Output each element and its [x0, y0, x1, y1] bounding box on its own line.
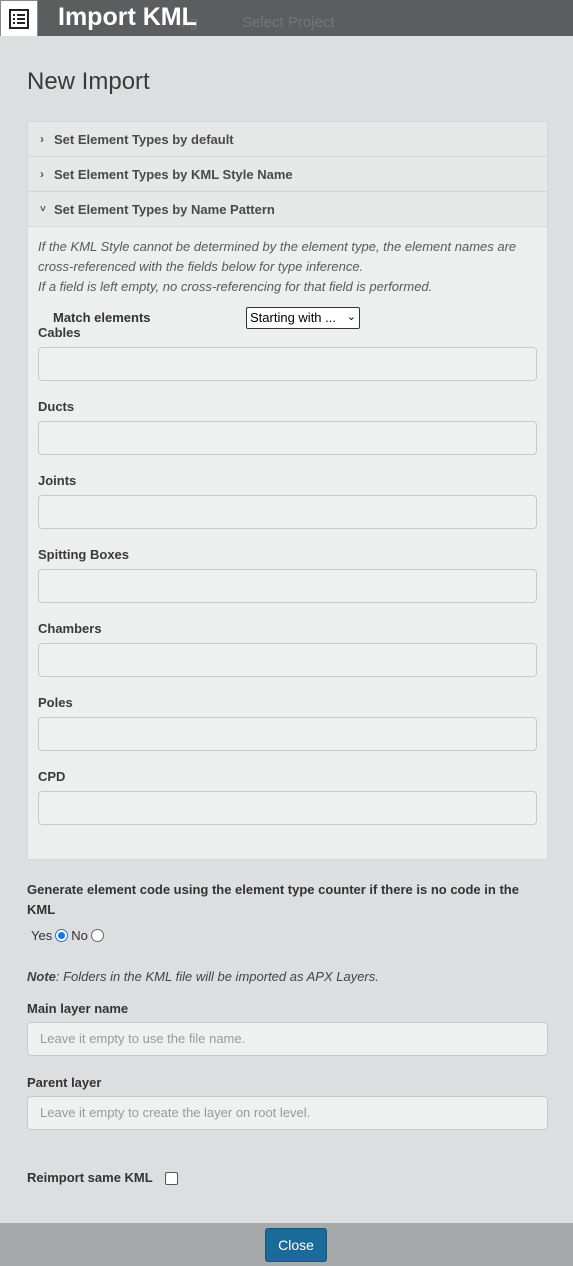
- description-text: If the KML Style cannot be determined by…: [38, 237, 537, 297]
- background-select-project: Select Project: [242, 14, 335, 31]
- ducts-input[interactable]: [38, 421, 537, 455]
- joints-input[interactable]: [38, 495, 537, 529]
- chevron-down-icon: ⌄: [346, 311, 356, 323]
- match-elements-label: Match elements: [53, 310, 151, 325]
- reimport-checkbox[interactable]: [164, 1171, 178, 1185]
- generate-code-section: Generate element code using the element …: [27, 880, 548, 943]
- parent-layer-placeholder: Leave it empty to create the layer on ro…: [40, 1105, 311, 1120]
- cpd-label: CPD: [38, 769, 66, 784]
- reimport-label: Reimport same KML: [27, 1170, 153, 1185]
- main-layer-label: Main layer name: [27, 1001, 129, 1016]
- generate-code-options: Yes No: [27, 928, 548, 943]
- name-pattern-panel: If the KML Style cannot be determined by…: [28, 227, 547, 859]
- close-button[interactable]: Close: [265, 1228, 327, 1262]
- accordion-header-label: Set Element Types by KML Style Name: [54, 166, 293, 182]
- ducts-field-group: Ducts: [38, 399, 537, 455]
- yes-radio[interactable]: [55, 929, 69, 942]
- spitting-boxes-input[interactable]: [38, 569, 537, 603]
- generate-code-question: Generate element code using the element …: [27, 882, 519, 917]
- accordion-header-label: Set Element Types by Name Pattern: [54, 201, 275, 217]
- parent-layer-input[interactable]: Leave it empty to create the layer on ro…: [27, 1096, 548, 1130]
- no-radio[interactable]: [90, 929, 104, 942]
- main-layer-group: Main layer name Leave it empty to use th…: [27, 999, 548, 1056]
- cpd-field-group: CPD: [38, 769, 537, 825]
- poles-field-group: Poles: [38, 695, 537, 751]
- chambers-input[interactable]: [38, 643, 537, 677]
- page-heading: New Import: [27, 68, 150, 95]
- description-line: If a field is left empty, no cross-refer…: [38, 279, 433, 294]
- top-bar: ing Select Project Import KML: [0, 0, 573, 37]
- main-layer-input[interactable]: Leave it empty to use the file name.: [27, 1022, 548, 1056]
- dialog-title: Import KML: [58, 3, 197, 31]
- parent-layer-label: Parent layer: [27, 1075, 102, 1090]
- dialog-footer: Close: [0, 1223, 573, 1266]
- chevron-right-icon: ›: [40, 132, 44, 146]
- accordion-header-default[interactable]: › Set Element Types by default: [28, 122, 547, 157]
- layers-note: Note: Folders in the KML file will be im…: [27, 969, 548, 984]
- accordion-header-name-pattern[interactable]: ˅ Set Element Types by Name Pattern: [28, 192, 547, 227]
- accordion-header-style-name[interactable]: › Set Element Types by KML Style Name: [28, 157, 547, 192]
- match-elements-value: Starting with ...: [250, 310, 336, 325]
- poles-input[interactable]: [38, 717, 537, 751]
- yes-label: Yes: [31, 928, 53, 943]
- joints-label: Joints: [38, 473, 77, 488]
- no-label: No: [71, 928, 88, 943]
- description-line: If the KML Style cannot be determined by…: [38, 239, 517, 274]
- list-icon[interactable]: [0, 0, 38, 37]
- poles-label: Poles: [38, 695, 73, 710]
- cables-field-group: Cables: [38, 325, 537, 381]
- accordion-header-label: Set Element Types by default: [54, 131, 234, 147]
- note-text: : Folders in the KML file will be import…: [55, 969, 379, 984]
- note-label: Note: [27, 969, 56, 984]
- ducts-label: Ducts: [38, 399, 75, 414]
- chambers-field-group: Chambers: [38, 621, 537, 677]
- element-type-accordion: › Set Element Types by default › Set Ele…: [27, 121, 548, 860]
- chevron-right-icon: ›: [40, 167, 44, 181]
- chambers-label: Chambers: [38, 621, 102, 636]
- cables-input[interactable]: [38, 347, 537, 381]
- main-layer-placeholder: Leave it empty to use the file name.: [40, 1031, 246, 1046]
- spitting-boxes-field-group: Spitting Boxes: [38, 547, 537, 603]
- cpd-input[interactable]: [38, 791, 537, 825]
- chevron-down-icon: ˅: [40, 203, 46, 215]
- parent-layer-group: Parent layer Leave it empty to create th…: [27, 1073, 548, 1130]
- reimport-row: Reimport same KML: [27, 1168, 548, 1188]
- joints-field-group: Joints: [38, 473, 537, 529]
- spitting-boxes-label: Spitting Boxes: [38, 547, 130, 562]
- cables-label: Cables: [38, 325, 81, 340]
